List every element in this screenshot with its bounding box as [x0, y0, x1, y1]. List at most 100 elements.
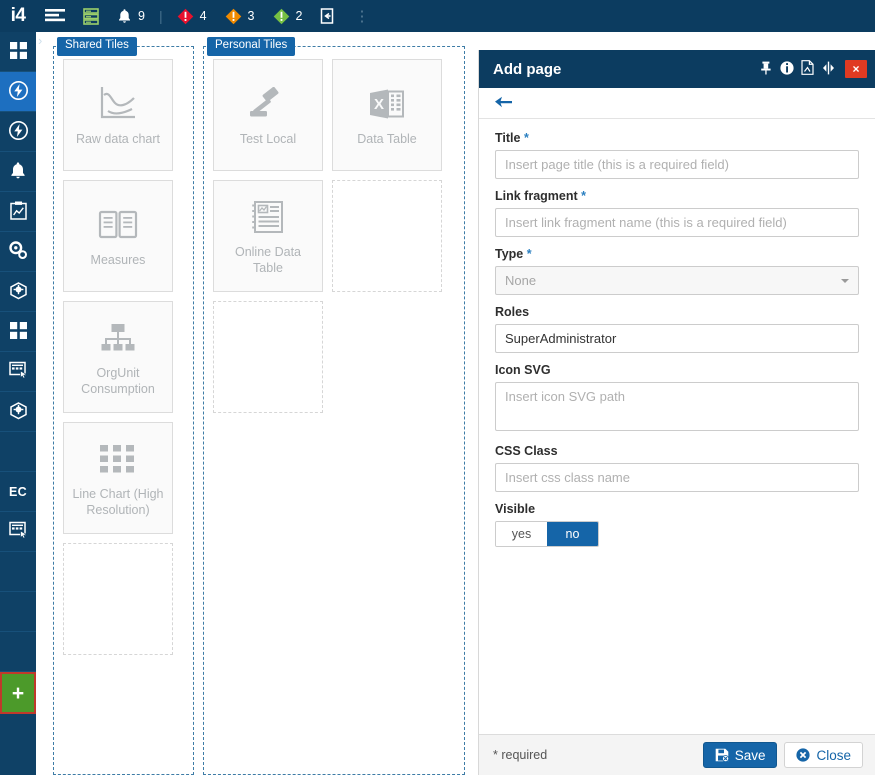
tile-test-local[interactable]: Test Local: [213, 59, 323, 171]
alarm-major-icon: [225, 8, 242, 25]
alarm-minor-count: 2: [296, 9, 303, 23]
sidebar-item-energy[interactable]: [0, 112, 36, 152]
field-label-type: Type *: [495, 247, 859, 261]
alarm-major-button[interactable]: 3: [216, 0, 264, 32]
label-text: Visible: [495, 502, 535, 516]
report-list-icon: [251, 196, 285, 238]
sidebar-item-assets-2[interactable]: [0, 392, 36, 432]
field-roles: Roles: [495, 305, 859, 353]
package-gear-icon: [9, 281, 28, 303]
monitor-cursor-icon: [9, 361, 28, 382]
panel-footer: * required Save Close: [479, 734, 875, 775]
label-text: Type: [495, 247, 523, 261]
export-pdf-button[interactable]: [797, 50, 818, 88]
sidebar-item-alarms[interactable]: [0, 152, 36, 192]
tile-online-data-table[interactable]: Online Data Table: [213, 180, 323, 292]
sidebar-item-blank-1[interactable]: [0, 432, 36, 472]
back-arrow-icon[interactable]: [494, 95, 513, 112]
server-status-button[interactable]: [74, 0, 108, 32]
label-text: Title: [495, 131, 520, 145]
shared-tiles-badge: Shared Tiles: [57, 37, 137, 56]
add-page-panel: Add page: [478, 50, 875, 775]
icon-svg-textarea[interactable]: [495, 382, 859, 431]
sidebar-item-assets[interactable]: [0, 272, 36, 312]
visible-toggle[interactable]: yes no: [495, 521, 599, 547]
save-button[interactable]: Save: [703, 742, 778, 768]
sidebar-item-blank-3[interactable]: [0, 592, 36, 632]
close-button[interactable]: Close: [784, 742, 863, 768]
sidebar-item-monitor-2[interactable]: [0, 512, 36, 552]
sidebar-item-apps[interactable]: [0, 32, 36, 72]
label-text: CSS Class: [495, 444, 558, 458]
sidebar-item-reports[interactable]: [0, 192, 36, 232]
link-fragment-input[interactable]: [495, 208, 859, 237]
info-icon: [780, 61, 794, 78]
type-select-value: None: [505, 273, 536, 288]
save-disk-icon: [715, 748, 729, 762]
tile-label: Raw data chart: [76, 132, 160, 148]
tile-label: Measures: [91, 253, 146, 269]
excel-table-icon: X: [369, 83, 405, 125]
visible-toggle-yes[interactable]: yes: [496, 522, 547, 546]
sidebar-item-blank-4[interactable]: [0, 632, 36, 672]
tile-placeholder[interactable]: [332, 180, 442, 292]
alarm-minor-button[interactable]: 2: [264, 0, 312, 32]
add-page-button[interactable]: +: [0, 672, 36, 714]
field-label-css-class: CSS Class: [495, 444, 859, 458]
sidebar-item-blank-2[interactable]: [0, 552, 36, 592]
title-input[interactable]: [495, 150, 859, 179]
chevron-down-icon: [841, 279, 849, 283]
shared-tiles-grid: Raw data chart Measures: [63, 59, 184, 768]
alarm-critical-button[interactable]: 4: [168, 0, 216, 32]
close-button-label: Close: [816, 748, 851, 763]
notifications-button[interactable]: 9: [108, 0, 154, 32]
bell-icon: [117, 8, 132, 24]
tile-placeholder[interactable]: [63, 543, 173, 655]
sidebar-item-energy-active[interactable]: [0, 72, 36, 112]
sidebar-item-monitor[interactable]: [0, 352, 36, 392]
tile-line-chart-high-resolution[interactable]: Line Chart (High Resolution): [63, 422, 173, 534]
expand-width-button[interactable]: [818, 50, 839, 88]
energy-flash-filled-icon: [8, 80, 29, 104]
info-button[interactable]: [776, 50, 797, 88]
sidebar-item-ec[interactable]: EC: [0, 472, 36, 512]
server-icon: [83, 8, 99, 25]
hamburger-icon: [45, 9, 65, 24]
css-class-input[interactable]: [495, 463, 859, 492]
tile-placeholder[interactable]: [213, 301, 323, 413]
tile-data-table[interactable]: X Data Table: [332, 59, 442, 171]
required-marker: *: [524, 131, 529, 145]
field-visible: Visible yes no: [495, 502, 859, 547]
pin-button[interactable]: [755, 50, 776, 88]
shared-tiles-column[interactable]: Shared Tiles Raw data chart: [53, 46, 194, 775]
org-chart-icon: [98, 317, 138, 359]
logout-button[interactable]: [311, 0, 344, 32]
sidebar-expand-toggle[interactable]: ›: [38, 33, 42, 48]
sidebar-item-dashboards[interactable]: [0, 312, 36, 352]
sidebar-item-settings[interactable]: [0, 232, 36, 272]
alarm-minor-icon: [273, 8, 290, 25]
tile-raw-data-chart[interactable]: Raw data chart: [63, 59, 173, 171]
gavel-icon: [247, 83, 289, 125]
tile-measures[interactable]: Measures: [63, 180, 173, 292]
tile-label: Online Data Table: [219, 245, 317, 276]
panel-form: Title * Link fragment * Type * None: [479, 119, 875, 734]
personal-tiles-column[interactable]: Personal Tiles Test Local X: [203, 46, 465, 775]
type-select[interactable]: None: [495, 266, 859, 295]
field-label-title: Title *: [495, 131, 859, 145]
roles-input[interactable]: [495, 324, 859, 353]
topbar-overflow-menu[interactable]: ⋮: [344, 7, 379, 25]
close-panel-button[interactable]: ×: [845, 60, 867, 78]
pdf-export-icon: [801, 60, 814, 78]
bell-icon: [9, 161, 27, 183]
field-type: Type * None: [495, 247, 859, 295]
alarm-major-count: 3: [248, 9, 255, 23]
field-label-link-fragment: Link fragment *: [495, 189, 859, 203]
line-chart-icon: [98, 83, 138, 125]
label-text: Icon SVG: [495, 363, 551, 377]
visible-toggle-no[interactable]: no: [547, 522, 598, 546]
panel-title: Add page: [493, 61, 755, 78]
menu-hamburger-button[interactable]: [36, 0, 74, 32]
svg-text:X: X: [374, 96, 384, 113]
tile-orgunit-consumption[interactable]: OrgUnit Consumption: [63, 301, 173, 413]
